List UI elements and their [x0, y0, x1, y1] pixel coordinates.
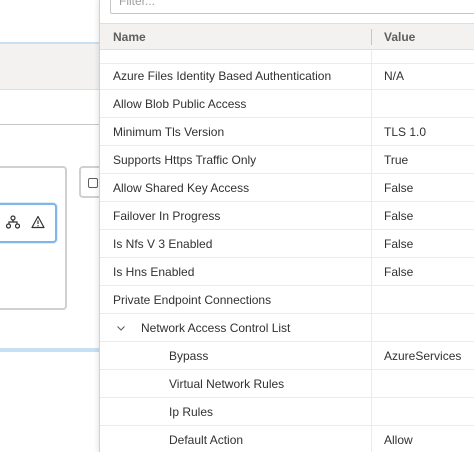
expand-icon[interactable] [88, 178, 98, 188]
property-name: Failover In Progress [113, 209, 221, 223]
property-name: Allow Blob Public Access [113, 97, 247, 111]
property-row[interactable]: Azure Files Identity Based Authenticatio… [100, 62, 474, 90]
property-value: Allow [384, 433, 413, 447]
canvas-divider [0, 124, 100, 125]
chevron-down-icon[interactable] [116, 323, 126, 333]
property-row[interactable]: Default Action Allow [100, 426, 474, 452]
property-name: Supports Https Traffic Only [113, 153, 257, 167]
filter-input[interactable] [111, 0, 474, 13]
property-name: Bypass [169, 349, 209, 363]
column-header-value[interactable]: Value [384, 24, 415, 50]
property-grid: Azure Files Identity Based Authenticatio… [100, 50, 474, 452]
properties-panel: Name Value Azure Files Identity Based Au… [99, 0, 474, 452]
property-row[interactable]: Failover In Progress False [100, 202, 474, 230]
warning-icon[interactable] [30, 214, 46, 230]
hierarchy-icon[interactable] [5, 214, 21, 230]
property-group-row[interactable]: Network Access Control List [100, 314, 474, 342]
property-name: Azure Files Identity Based Authenticatio… [113, 69, 332, 83]
canvas-toolbar-strip [0, 44, 100, 90]
grid-header: Name Value [100, 23, 474, 50]
property-value: N/A [384, 69, 405, 83]
property-row[interactable]: Bypass AzureServices [100, 342, 474, 370]
property-value: AzureServices [384, 349, 462, 363]
property-name: Is Hns Enabled [113, 265, 195, 279]
property-value: False [384, 209, 414, 223]
property-name: Default Action [169, 433, 244, 447]
property-name: Private Endpoint Connections [113, 293, 272, 307]
property-name: Network Access Control List [141, 321, 291, 335]
property-row[interactable]: Supports Https Traffic Only True [100, 146, 474, 174]
property-name: Ip Rules [169, 405, 214, 419]
property-name: Allow Shared Key Access [113, 181, 250, 195]
column-header-name[interactable]: Name [113, 24, 146, 50]
property-value: False [384, 237, 414, 251]
canvas-divider-bottom [0, 348, 100, 352]
property-row[interactable]: Private Endpoint Connections [100, 286, 474, 314]
property-value: True [384, 153, 409, 167]
property-row[interactable]: Ip Rules [100, 398, 474, 426]
property-row[interactable]: Is Nfs V 3 Enabled False [100, 230, 474, 258]
property-row[interactable]: Allow Blob Public Access [100, 90, 474, 118]
property-name: Virtual Network Rules [169, 377, 285, 391]
property-row[interactable]: Is Hns Enabled False [100, 258, 474, 286]
column-resize-handle[interactable] [371, 29, 372, 45]
property-name: Is Nfs V 3 Enabled [113, 237, 213, 251]
property-value: False [384, 181, 414, 195]
diagram-canvas [0, 0, 103, 452]
property-value: TLS 1.0 [384, 125, 427, 139]
property-row[interactable]: Virtual Network Rules [100, 370, 474, 398]
property-value: False [384, 265, 414, 279]
filter-box[interactable] [110, 0, 474, 14]
property-row[interactable]: Allow Shared Key Access False [100, 174, 474, 202]
property-name: Minimum Tls Version [113, 125, 225, 139]
resource-node[interactable] [0, 203, 57, 243]
property-row[interactable]: Minimum Tls Version TLS 1.0 [100, 118, 474, 146]
